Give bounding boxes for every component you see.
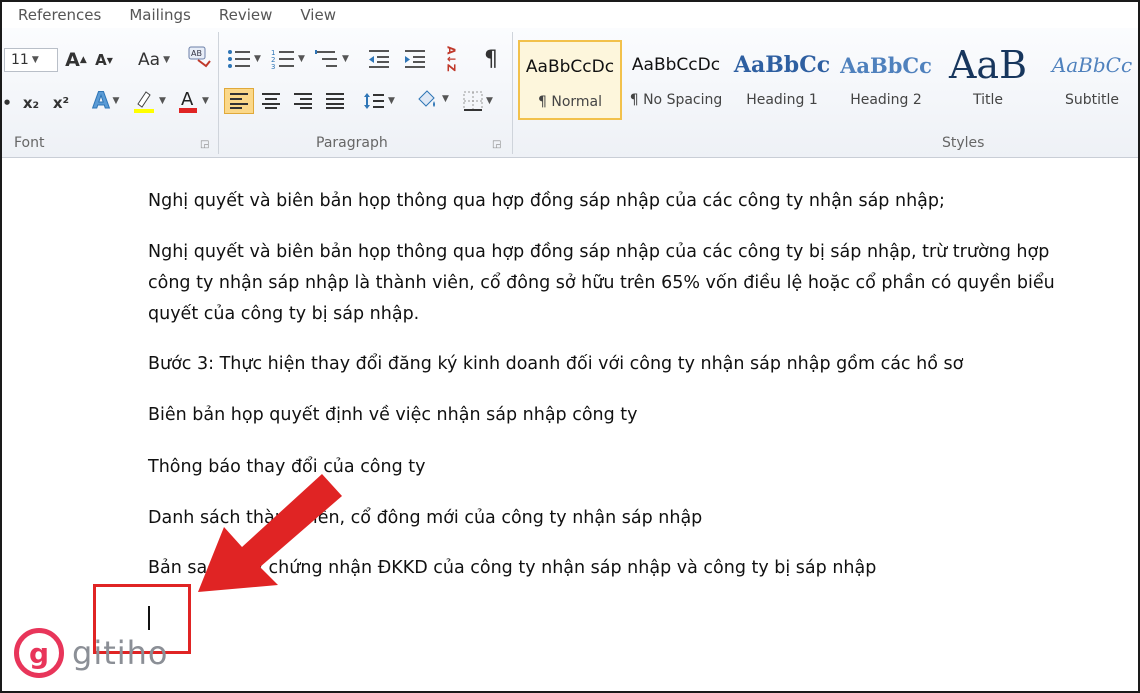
annotation-arrow-icon xyxy=(198,474,342,592)
word-window: References Mailings Review View 11 ▼ A ▲ A… xyxy=(0,0,1140,693)
logo-mark-icon: g xyxy=(14,628,64,678)
gitiho-logo: g gitiho xyxy=(14,628,169,678)
logo-text: gitiho xyxy=(72,634,169,672)
